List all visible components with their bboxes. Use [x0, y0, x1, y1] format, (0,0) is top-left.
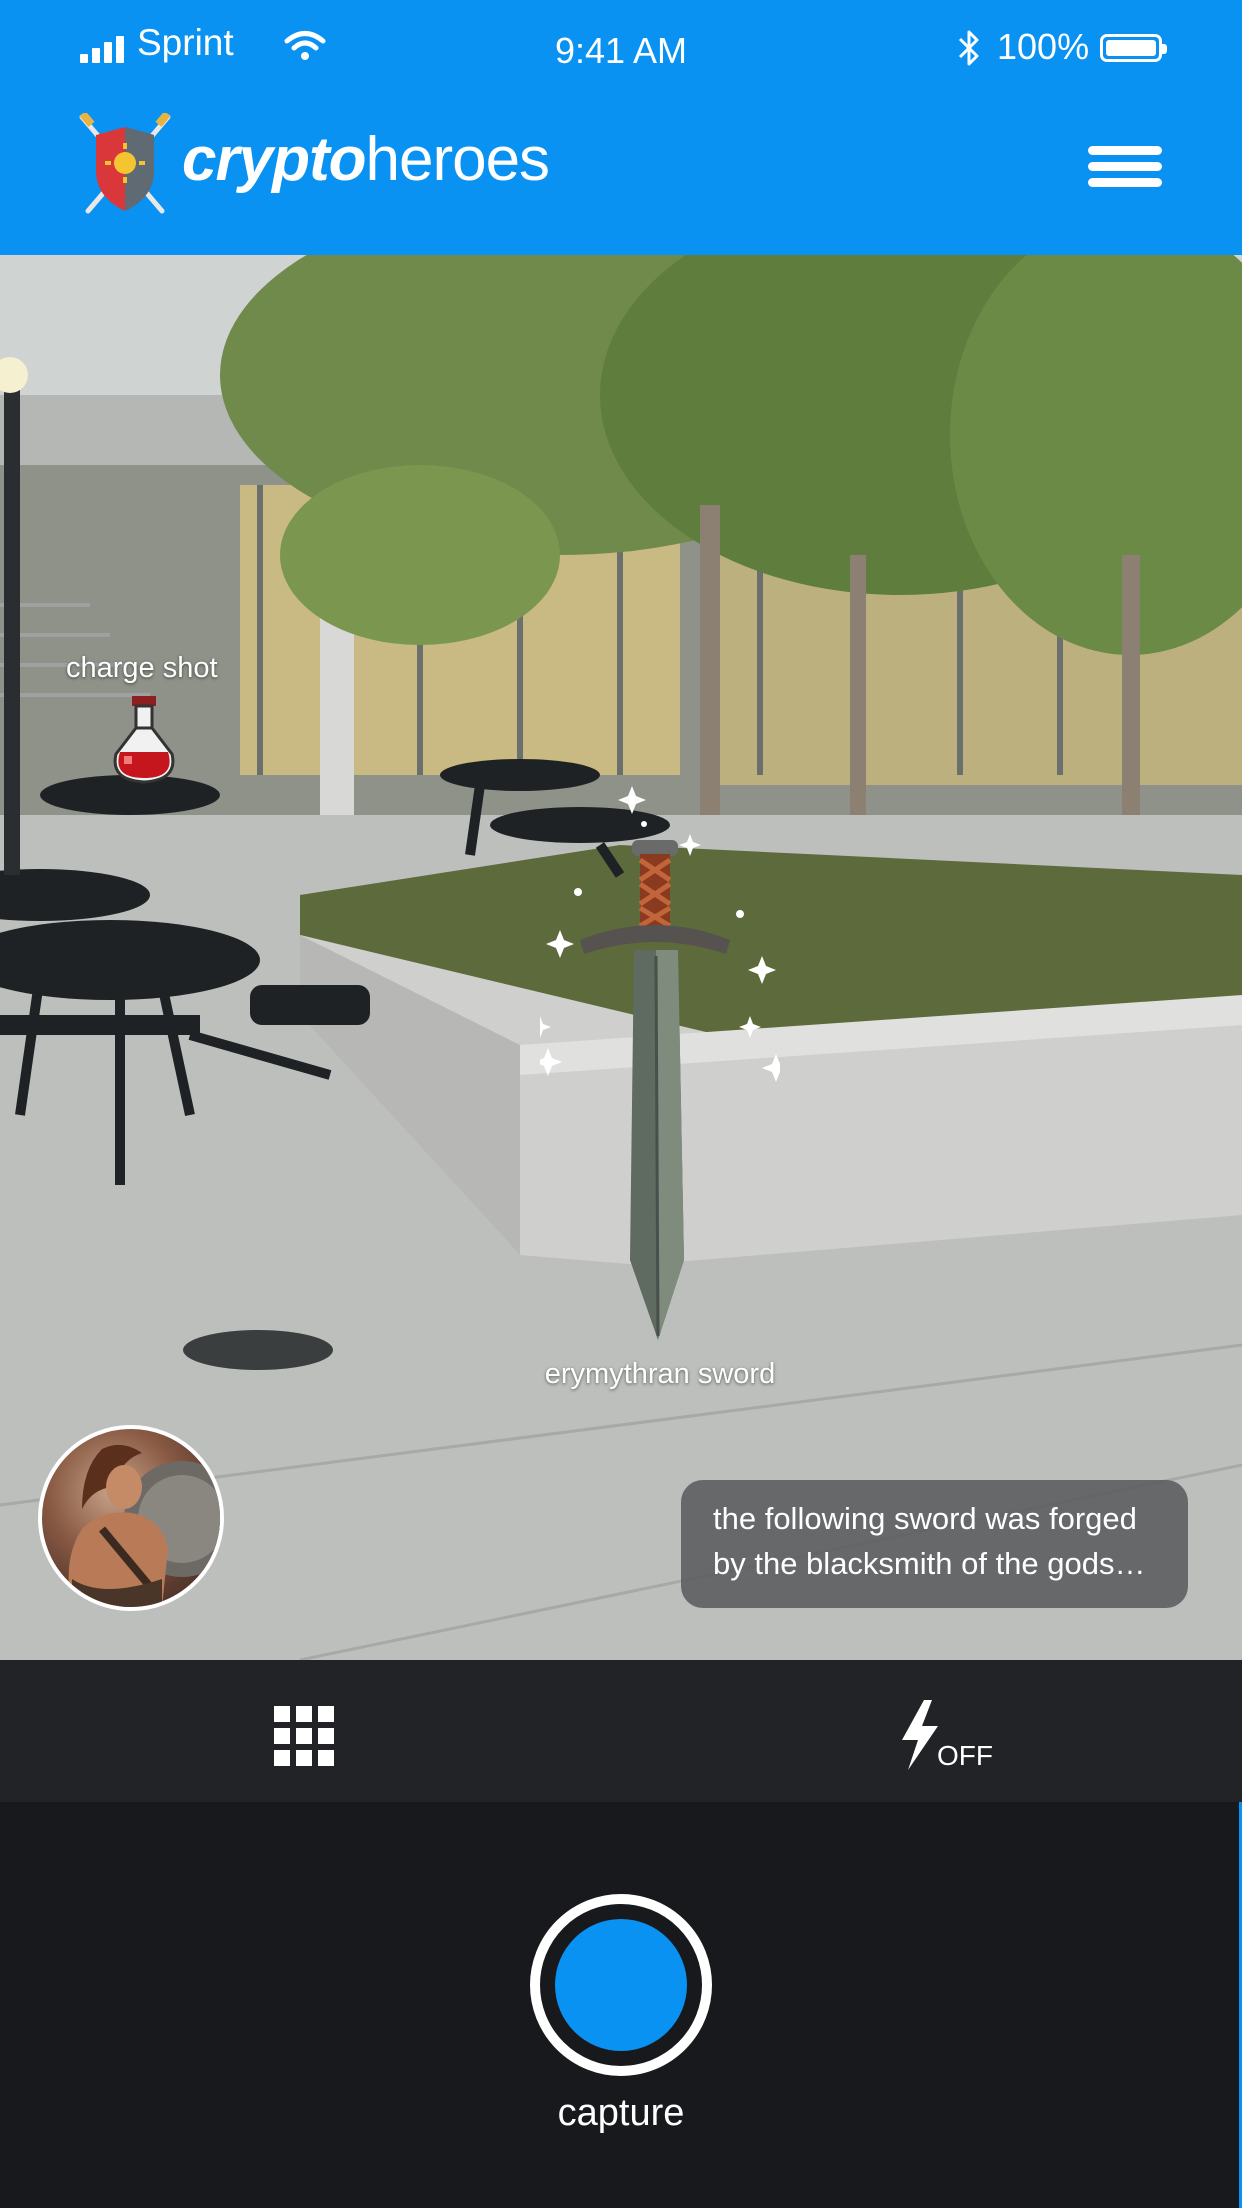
hamburger-menu-icon[interactable] — [1088, 146, 1162, 187]
hero-avatar[interactable] — [38, 1425, 224, 1611]
camera-toolbar: OFF — [0, 1660, 1242, 1802]
item-label-sword: erymythran sword — [544, 1358, 776, 1390]
app-header: Sprint 9:41 AM 100% cryptoheroes — [0, 0, 1242, 255]
capture-label: capture — [557, 2092, 685, 2134]
battery-icon — [1100, 34, 1167, 62]
capture-panel: capture — [0, 1802, 1242, 2208]
potion-icon — [113, 696, 175, 784]
bluetooth-icon — [958, 30, 979, 66]
item-label-charge-shot: charge shot — [66, 652, 218, 684]
camera-view: charge shot erymythran sword the followi… — [0, 255, 1242, 1660]
lightning-icon — [902, 1700, 938, 1770]
battery-percent: 100% — [997, 26, 1090, 67]
flash-toggle[interactable]: OFF — [900, 1700, 1010, 1774]
capture-button[interactable] — [530, 1894, 712, 2076]
brand-bold: crypto — [182, 125, 366, 194]
item-charge-shot[interactable]: charge shot — [56, 652, 232, 802]
hero-portrait — [68, 1444, 220, 1607]
flash-state: OFF — [937, 1740, 993, 1771]
status-bar: Sprint 9:41 AM 100% — [0, 0, 1242, 100]
brand-wordmark: cryptoheroes — [182, 124, 550, 195]
grid-icon[interactable] — [274, 1706, 334, 1766]
brand-light: heroes — [365, 125, 550, 194]
logo-icon — [79, 113, 171, 214]
message-bubble: the following sword was forged by the bl… — [681, 1480, 1188, 1608]
